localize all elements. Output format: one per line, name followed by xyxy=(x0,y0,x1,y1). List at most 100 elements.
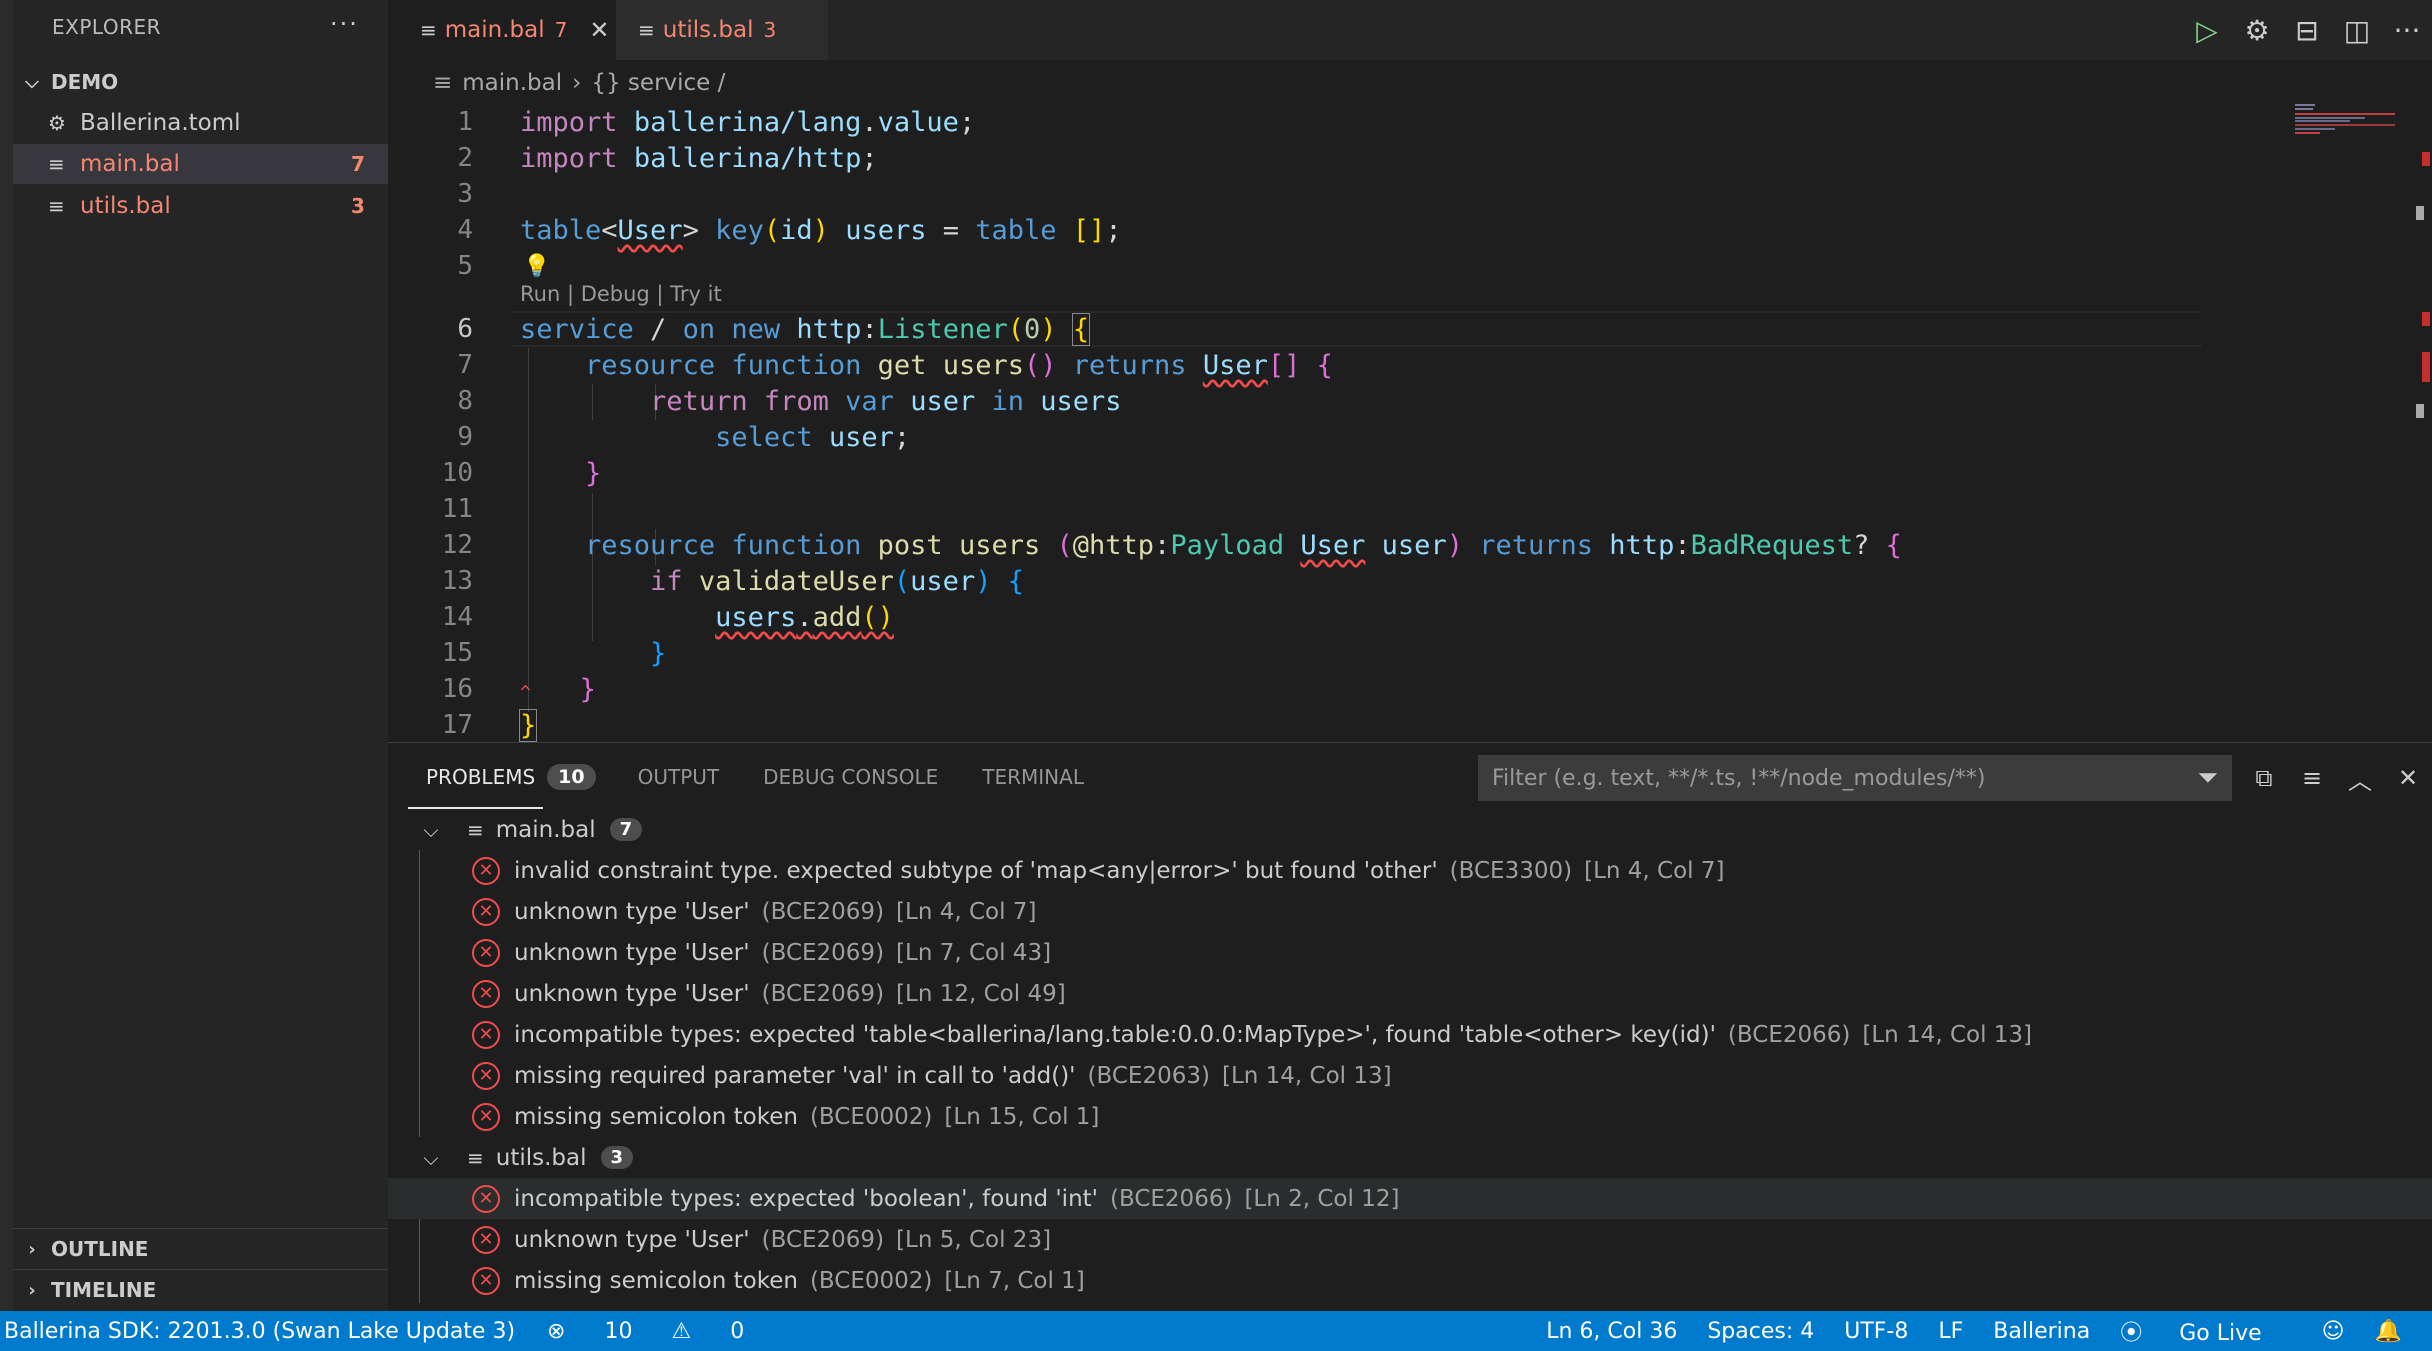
indentation[interactable]: Spaces: 4 xyxy=(1707,1319,1814,1344)
file-item-utils-bal[interactable]: ≡ utils.bal 3 xyxy=(13,186,388,226)
line-number: 10 xyxy=(441,458,473,488)
file-item-ballerina-toml[interactable]: ⚙ Ballerina.toml xyxy=(13,103,388,143)
tab-main-bal[interactable]: ≡ main.bal 7 ✕ xyxy=(388,0,616,60)
error-icon: ✕ xyxy=(472,1102,500,1131)
group-count-badge: 7 xyxy=(609,818,643,841)
close-icon[interactable]: ✕ xyxy=(589,16,609,44)
collapse-all-icon[interactable]: ⧉ xyxy=(2240,764,2288,792)
tab-problems[interactable]: PROBLEMS 10 xyxy=(426,764,596,790)
error-icon: ✕ xyxy=(472,1184,500,1213)
end-of-line[interactable]: LF xyxy=(1938,1319,1963,1344)
code-line: 9 select user; xyxy=(388,419,2288,455)
file-label: Ballerina.toml xyxy=(80,110,241,136)
problem-row[interactable]: ✕ incompatible types: expected 'boolean'… xyxy=(388,1178,2432,1219)
ballerina-sdk-version[interactable]: Ballerina SDK: 2201.3.0 (Swan Lake Updat… xyxy=(4,1319,515,1344)
problem-row[interactable]: ✕ unknown type 'User' (BCE2069) [Ln 4, C… xyxy=(388,891,2432,932)
tab-label: utils.bal xyxy=(662,17,754,43)
editor-tab-bar: ≡ main.bal 7 ✕ ≡ utils.bal 3 ▷ ⚙ ⊟ ◫ ··· xyxy=(388,0,2432,60)
error-icon: ✕ xyxy=(472,1020,500,1049)
code-line: 14 users.add() xyxy=(388,599,2288,635)
breadcrumb-symbol[interactable]: {} service / xyxy=(591,70,725,96)
language-mode[interactable]: Ballerina xyxy=(1993,1319,2090,1344)
code-line: 11 xyxy=(388,491,2288,527)
problem-location: [Ln 7, Col 1] xyxy=(944,1267,1085,1294)
run-icon[interactable]: ▷ xyxy=(2182,14,2232,47)
more-actions-icon[interactable]: ··· xyxy=(2382,14,2432,47)
line-number: 15 xyxy=(441,638,473,668)
code-text: } xyxy=(650,637,667,669)
warning-icon: ⚠ xyxy=(671,1318,692,1344)
lines-icon: ≡ xyxy=(433,70,453,96)
close-panel-icon[interactable]: ✕ xyxy=(2384,764,2432,792)
code-text: select user; xyxy=(715,421,911,453)
code-text: import ballerina/lang.value; xyxy=(520,106,976,138)
feedback-icon[interactable]: ☺ xyxy=(2322,1319,2345,1344)
tab-output[interactable]: OUTPUT xyxy=(638,765,720,789)
problem-code: (BCE2066) xyxy=(1727,1021,1851,1048)
problem-row[interactable]: ✕ unknown type 'User' (BCE2069) [Ln 5, C… xyxy=(388,1219,2432,1260)
code-line: 5 💡 xyxy=(388,248,2288,284)
problem-location: [Ln 2, Col 12] xyxy=(1244,1185,1400,1212)
problem-code: (BCE2066) xyxy=(1109,1185,1233,1212)
problem-group-utils-bal[interactable]: ⌵ ≡ utils.bal 3 xyxy=(388,1137,2432,1178)
line-number: 13 xyxy=(441,566,473,596)
problem-message: incompatible types: expected 'table<ball… xyxy=(514,1021,1716,1048)
code-line: 6 service / on new http:Listener(0) { xyxy=(388,311,2288,347)
code-text: users.add() xyxy=(715,601,894,633)
error-icon: ✕ xyxy=(472,1061,500,1090)
problem-row[interactable]: ✕ unknown type 'User' (BCE2069) [Ln 7, C… xyxy=(388,932,2432,973)
code-text: if validateUser(user) { xyxy=(650,565,1024,597)
group-file-name: main.bal xyxy=(495,816,596,843)
problem-message: missing required parameter 'val' in call… xyxy=(514,1062,1076,1089)
project-folder[interactable]: ⌵ DEMO xyxy=(13,62,388,102)
line-number: 8 xyxy=(457,386,473,416)
problems-summary[interactable]: ⊗ 10 ⚠ 0 xyxy=(543,1319,772,1344)
problems-count-badge: 10 xyxy=(547,764,596,790)
code-editor[interactable]: 1 import ballerina/lang.value; 2 import … xyxy=(388,104,2432,742)
line-number: 1 xyxy=(457,107,473,137)
go-live-button[interactable]: ⦿ Go Live xyxy=(2120,1315,2291,1347)
problem-row[interactable]: ✕ incompatible types: expected 'table<ba… xyxy=(388,1014,2432,1055)
chevron-right-icon: › xyxy=(28,1279,36,1301)
codelens-actions[interactable]: Run | Debug | Try it xyxy=(520,282,722,306)
problem-code: (BCE2069) xyxy=(761,1226,885,1253)
problem-row[interactable]: ✕ missing semicolon token (BCE0002) [Ln … xyxy=(388,1260,2432,1301)
file-item-main-bal[interactable]: ≡ main.bal 7 xyxy=(13,144,388,184)
debug-icon[interactable]: ⚙ xyxy=(2232,14,2282,47)
maximize-panel-icon[interactable]: ︿ xyxy=(2336,761,2384,796)
problems-filter-input[interactable]: Filter (e.g. text, **/*.ts, !**/node_mod… xyxy=(1478,755,2232,801)
tab-error-count: 7 xyxy=(554,18,568,42)
timeline-section[interactable]: › TIMELINE xyxy=(13,1270,388,1310)
outline-section[interactable]: › OUTLINE xyxy=(13,1229,388,1269)
ellipsis-icon[interactable]: ··· xyxy=(330,10,359,38)
code-line: 13 if validateUser(user) { xyxy=(388,563,2288,599)
problem-row[interactable]: ✕ missing semicolon token (BCE0002) [Ln … xyxy=(388,1096,2432,1137)
breadcrumb-file[interactable]: main.bal xyxy=(462,70,562,96)
tab-utils-bal[interactable]: ≡ utils.bal 3 xyxy=(616,0,828,60)
code-text: import ballerina/http; xyxy=(520,142,878,174)
code-line: 2 import ballerina/http; xyxy=(388,140,2288,176)
minimap[interactable] xyxy=(2295,104,2405,154)
view-as-list-icon[interactable]: ≡ xyxy=(2288,764,2336,792)
tab-terminal[interactable]: TERMINAL xyxy=(982,765,1084,789)
layout-icon[interactable]: ⊟ xyxy=(2282,14,2332,47)
breadcrumb: ≡ main.bal › {} service / xyxy=(388,62,735,104)
problem-row[interactable]: ✕ missing required parameter 'val' in ca… xyxy=(388,1055,2432,1096)
chevron-right-icon: › xyxy=(28,1238,36,1260)
error-icon: ✕ xyxy=(472,897,500,926)
lightbulb-icon[interactable]: 💡 xyxy=(523,254,550,279)
cursor-position[interactable]: Ln 6, Col 36 xyxy=(1546,1319,1677,1344)
code-line: 15 } xyxy=(388,635,2288,671)
notifications-icon[interactable]: 🔔 xyxy=(2375,1319,2402,1344)
tab-label: PROBLEMS xyxy=(426,765,536,789)
problem-group-main-bal[interactable]: ⌵ ≡ main.bal 7 xyxy=(388,809,2432,850)
code-line: 12 resource function post users (@http:P… xyxy=(388,527,2288,563)
problem-row[interactable]: ✕ invalid constraint type. expected subt… xyxy=(388,850,2432,891)
tab-debug-console[interactable]: DEBUG CONSOLE xyxy=(763,765,938,789)
split-editor-icon[interactable]: ◫ xyxy=(2332,14,2382,47)
line-number: 11 xyxy=(441,494,473,524)
filter-icon[interactable]: ⏷ xyxy=(2197,763,2218,794)
problem-row[interactable]: ✕ unknown type 'User' (BCE2069) [Ln 12, … xyxy=(388,973,2432,1014)
lines-icon: ≡ xyxy=(48,194,65,218)
encoding[interactable]: UTF-8 xyxy=(1844,1319,1908,1344)
